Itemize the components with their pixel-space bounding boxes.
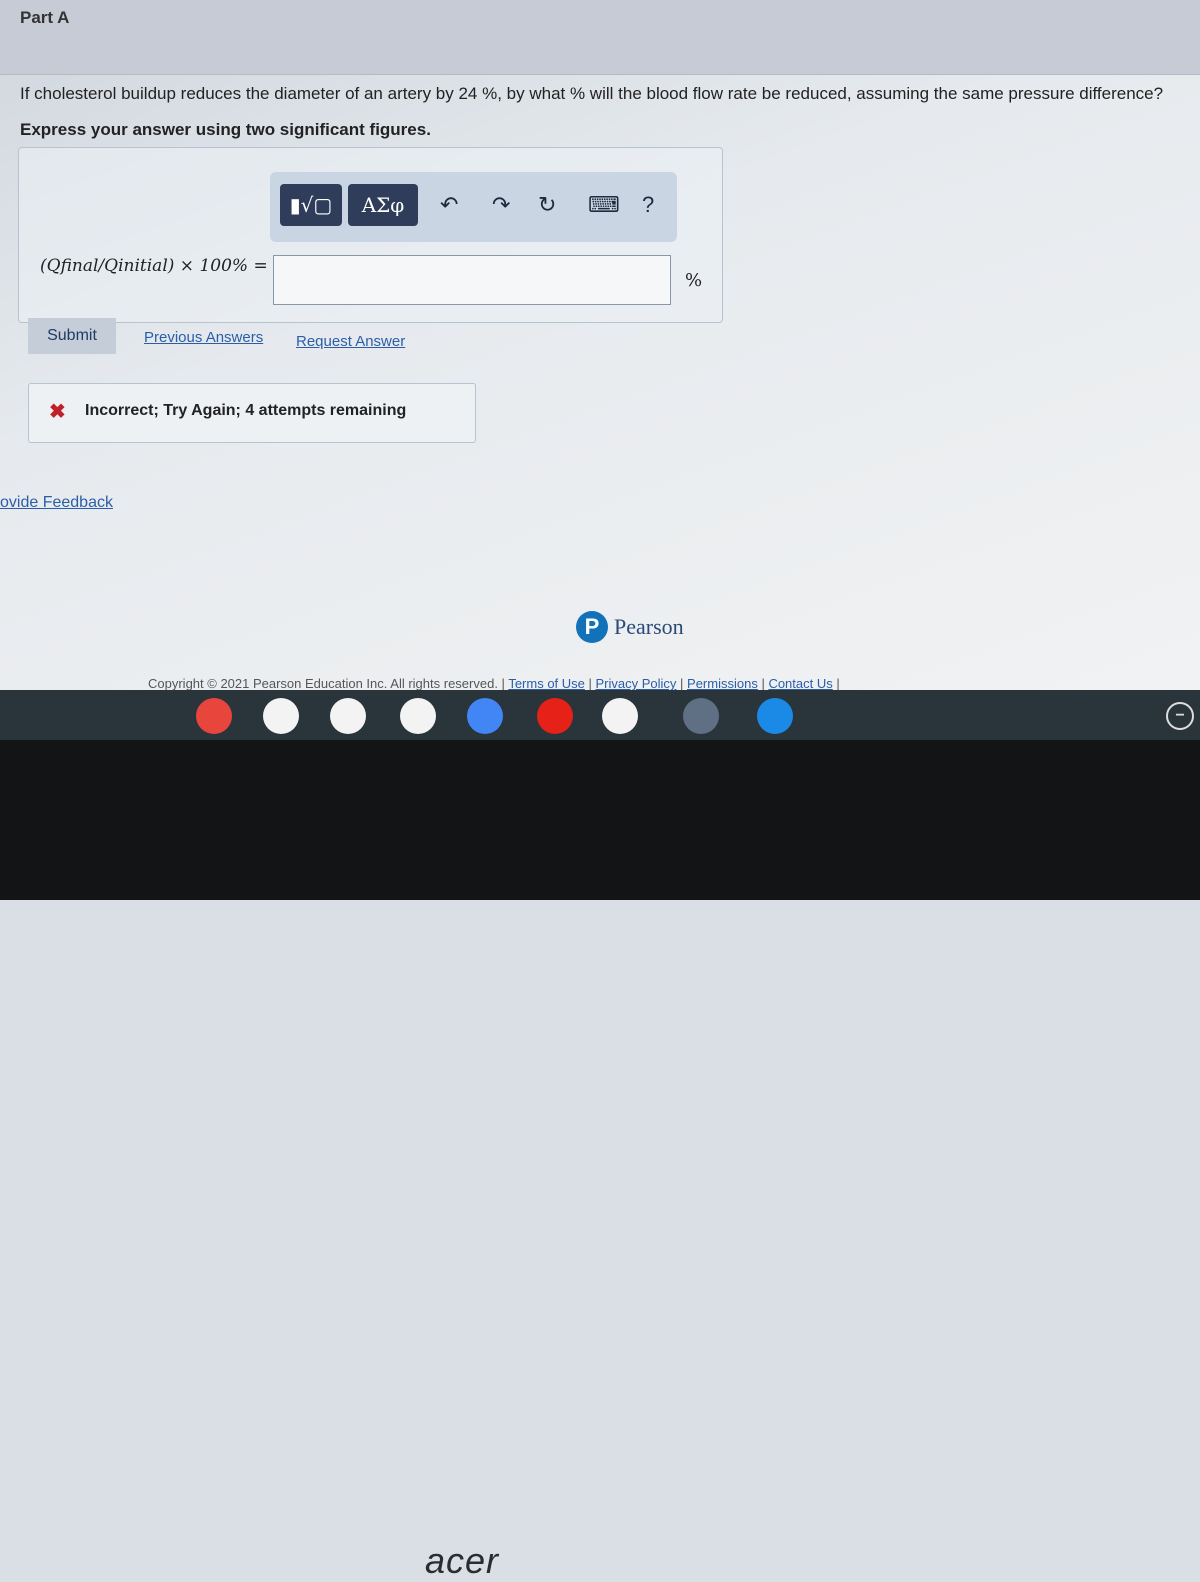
pearson-p-icon: P <box>576 611 608 643</box>
answer-input[interactable] <box>273 255 671 305</box>
os-shelf <box>0 690 1200 740</box>
redo-icon[interactable]: ↷ <box>492 192 510 218</box>
help-icon[interactable]: ? <box>642 192 654 218</box>
acer-logo: acer <box>425 1540 500 1581</box>
shelf-app-files-icon[interactable] <box>757 698 793 734</box>
pearson-logo: P Pearson <box>576 611 684 643</box>
instruction-text: Express your answer using two significan… <box>20 120 431 139</box>
shelf-app-settings-icon[interactable] <box>683 698 719 734</box>
contact-link[interactable]: Contact Us <box>768 676 832 691</box>
request-answer-link[interactable]: Request Answer <box>296 333 405 350</box>
incorrect-icon: ✖ <box>49 401 66 423</box>
reset-icon[interactable]: ↻ <box>538 192 556 218</box>
provide-feedback-link[interactable]: ovide Feedback <box>0 494 113 512</box>
question-text: If cholesterol buildup reduces the diame… <box>20 84 1164 103</box>
feedback-message: ✖ Incorrect; Try Again; 4 attempts remai… <box>28 383 476 443</box>
shelf-app-meet-icon[interactable] <box>263 698 299 734</box>
browser-page: Part A If cholesterol buildup reduces th… <box>0 0 1200 691</box>
shelf-app-youtube-icon[interactable] <box>537 698 573 734</box>
laptop-bezel: acer <box>0 740 1200 1581</box>
part-title: Part A <box>20 8 70 27</box>
keyboard-icon[interactable]: ⌨ <box>588 192 620 218</box>
terms-link[interactable]: Terms of Use <box>508 676 585 691</box>
undo-icon[interactable]: ↶ <box>440 192 458 218</box>
shelf-app-chrome-icon[interactable] <box>196 698 232 734</box>
previous-answers-link[interactable]: Previous Answers <box>144 329 263 346</box>
part-header: Part A <box>0 0 1200 75</box>
submit-button[interactable]: Submit <box>28 318 116 354</box>
answer-label: (Qfinal/Qinitial) × 100% = <box>40 256 268 276</box>
shelf-app-gmail-icon[interactable] <box>400 698 436 734</box>
feedback-text: Incorrect; Try Again; 4 attempts remaini… <box>85 402 407 419</box>
shelf-app-photos-icon[interactable] <box>330 698 366 734</box>
greek-symbols-button[interactable]: ΑΣφ <box>348 184 418 226</box>
shelf-app-play-store-icon[interactable] <box>602 698 638 734</box>
status-tray-icon[interactable]: − <box>1166 702 1194 730</box>
privacy-link[interactable]: Privacy Policy <box>596 676 677 691</box>
footer: Copyright © 2021 Pearson Education Inc. … <box>148 676 840 691</box>
pearson-name: Pearson <box>614 614 684 639</box>
permissions-link[interactable]: Permissions <box>687 676 758 691</box>
shelf-app-docs-icon[interactable] <box>467 698 503 734</box>
unit-label: % <box>685 270 703 291</box>
copyright: Copyright © 2021 Pearson Education Inc. … <box>148 676 498 691</box>
templates-button[interactable]: ▮√▢ <box>280 184 342 226</box>
math-toolbar: ▮√▢ ΑΣφ ↶ ↷ ↻ ⌨ ? <box>270 172 677 242</box>
